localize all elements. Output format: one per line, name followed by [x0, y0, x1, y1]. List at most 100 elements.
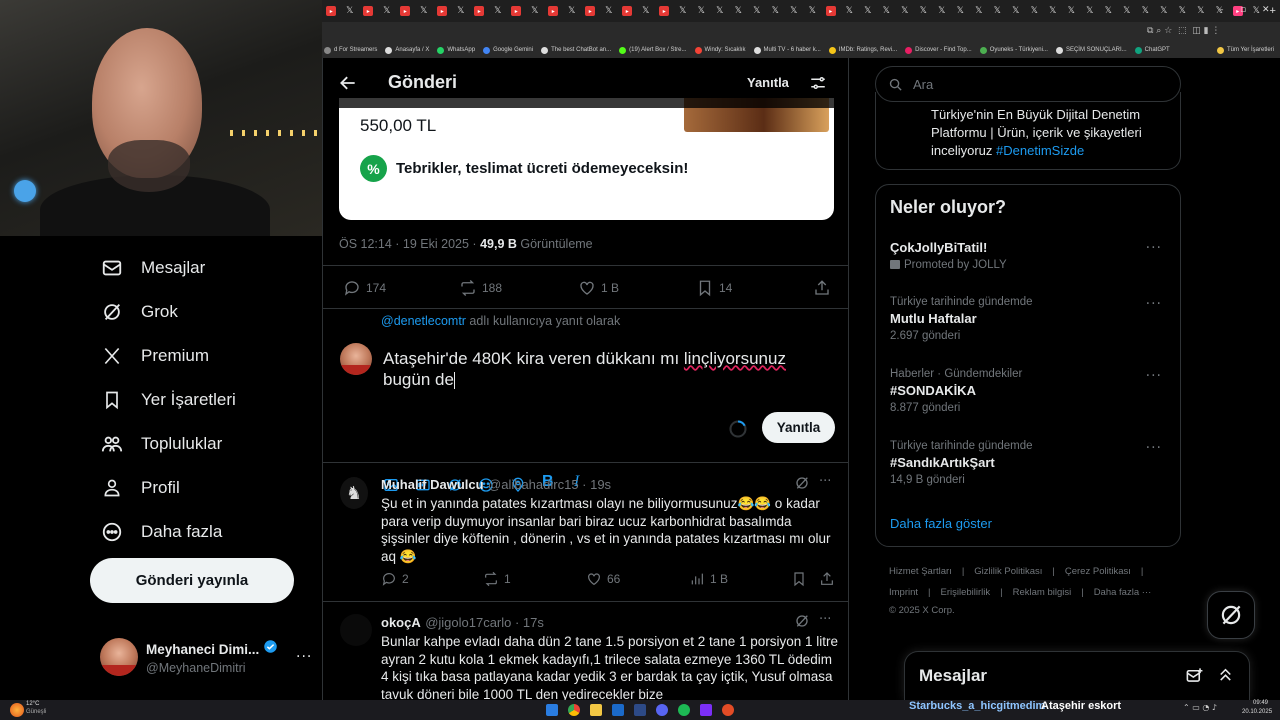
- browser-tab[interactable]: 𝕏: [1081, 1, 1100, 21]
- nav-item-more[interactable]: Daha fazla: [88, 510, 318, 554]
- nav-item-grok[interactable]: Grok: [88, 290, 318, 334]
- reply-textarea[interactable]: Ataşehir'de 480K kira veren dükkanı mı l…: [383, 348, 833, 390]
- browser-tab[interactable]: 𝕏: [600, 1, 619, 21]
- trend-item[interactable]: ··· Türkiye tarihinde gündemde #SandıkAr…: [890, 440, 1170, 486]
- more-options-icon[interactable]: ···: [1146, 440, 1162, 456]
- views-action[interactable]: 1 B: [689, 571, 728, 587]
- windows-start-icon[interactable]: [546, 704, 558, 716]
- more-options-icon[interactable]: ···: [819, 474, 831, 489]
- reply-author-handle[interactable]: @jigolo17carlo · 17s: [425, 615, 544, 630]
- browser-tab[interactable]: 𝕏: [840, 1, 859, 21]
- repost-action[interactable]: 188: [459, 279, 502, 297]
- browser-tab[interactable]: 𝕏: [803, 1, 822, 21]
- footer-link[interactable]: Erişilebilirlik: [941, 587, 991, 598]
- browser-tab[interactable]: 𝕏: [489, 1, 508, 21]
- reply-author-name[interactable]: Muhalif Dawulcu: [381, 477, 484, 492]
- browser-tab[interactable]: 𝕏: [1025, 1, 1044, 21]
- account-switcher[interactable]: Meyhaneci Dimi... @MeyhaneDimitri ···: [100, 636, 320, 678]
- browser-tab[interactable]: 𝕏: [692, 1, 711, 21]
- browser-tab[interactable]: ▸: [822, 1, 841, 21]
- browser-tab[interactable]: 𝕏: [1118, 1, 1137, 21]
- file-explorer-icon[interactable]: [590, 704, 602, 716]
- app-icon[interactable]: [722, 704, 734, 716]
- bookmark-item[interactable]: Oyuneks - Türkiyeni...: [979, 46, 1048, 54]
- trend-item[interactable]: ··· Türkiye tarihinde gündemde Mutlu Haf…: [890, 296, 1170, 342]
- bookmark-item[interactable]: Tüm Yer İşaretleri: [1216, 46, 1274, 54]
- more-options-icon[interactable]: ···: [1146, 240, 1162, 256]
- steam-icon[interactable]: [634, 704, 646, 716]
- clock-date[interactable]: 20.10.2025: [1242, 709, 1272, 715]
- tray-icons[interactable]: ⌃ ▭ ◔ ♪: [1183, 703, 1217, 712]
- browser-tab[interactable]: 𝕏: [674, 1, 693, 21]
- browser-tab[interactable]: ▸: [544, 1, 563, 21]
- reply-tweet[interactable]: okoçA @jigolo17carlo · 17s ··· Bunlar ka…: [323, 602, 848, 700]
- browser-tab[interactable]: 𝕏: [637, 1, 656, 21]
- bookmark-item[interactable]: Anasayfa / X: [385, 46, 429, 54]
- browser-tab[interactable]: 𝕏: [933, 1, 952, 21]
- clock-time[interactable]: 09:49: [1253, 700, 1268, 706]
- nav-item-communities[interactable]: Topluluklar: [88, 422, 318, 466]
- repost-action[interactable]: 1: [483, 571, 511, 587]
- grok-explain-icon[interactable]: [794, 613, 810, 629]
- bookmark-item[interactable]: IMDb: Ratings, Revi...: [828, 46, 897, 54]
- share-action[interactable]: [813, 279, 831, 297]
- browser-tab[interactable]: 𝕏: [859, 1, 878, 21]
- bookmark-item[interactable]: (19) Alert Box / Stre...: [619, 46, 687, 54]
- nav-item-bookmarks[interactable]: Yer İşaretleri: [88, 378, 318, 422]
- share-icon[interactable]: [819, 571, 835, 587]
- browser-tab[interactable]: 𝕏: [563, 1, 582, 21]
- bookmark-icon[interactable]: [791, 571, 807, 587]
- bio-hashtag[interactable]: #DenetimSizde: [996, 143, 1084, 158]
- browser-tab[interactable]: ▸: [470, 1, 489, 21]
- bookmark-item[interactable]: SEÇİM SONUÇLARI...: [1055, 46, 1127, 54]
- more-options-icon[interactable]: ···: [819, 612, 831, 627]
- browser-tab[interactable]: ▸: [322, 1, 341, 21]
- browser-tab[interactable]: 𝕏: [729, 1, 748, 21]
- footer-link[interactable]: Hizmet Şartları: [889, 566, 952, 577]
- chrome-icon[interactable]: [568, 704, 580, 716]
- trend-item[interactable]: ··· Haberler · Gündemdekiler #SONDAKİKA …: [890, 368, 1170, 414]
- trend-item[interactable]: ··· ÇokJollyBiTatil! Promoted by JOLLY: [890, 240, 1170, 271]
- new-tab-icon[interactable]: +: [1270, 5, 1276, 17]
- footer-link[interactable]: Gizlilik Politikası: [974, 566, 1042, 577]
- reply-author-handle[interactable]: @alibahadirc15 · 19s: [488, 477, 611, 492]
- expand-up-icon[interactable]: [1216, 665, 1235, 684]
- browser-tab[interactable]: 𝕏: [526, 1, 545, 21]
- more-options-icon[interactable]: ···: [1146, 296, 1162, 312]
- nav-item-profile[interactable]: Profil: [88, 466, 318, 510]
- browser-tab[interactable]: 𝕏: [970, 1, 989, 21]
- browser-tab[interactable]: 𝕏: [1007, 1, 1026, 21]
- show-more-link[interactable]: Daha fazla göster: [890, 516, 992, 531]
- browser-tab[interactable]: 𝕏: [766, 1, 785, 21]
- browser-tab[interactable]: 𝕏: [1099, 1, 1118, 21]
- filter-settings-icon[interactable]: [809, 74, 827, 97]
- browser-tab[interactable]: ▸: [655, 1, 674, 21]
- bookmark-item[interactable]: WhatsApp: [437, 46, 475, 54]
- bookmark-action[interactable]: 14: [696, 279, 732, 297]
- more-options-icon[interactable]: ···: [296, 649, 312, 665]
- grok-explain-icon[interactable]: [794, 475, 810, 491]
- reply-tweet[interactable]: ♞ Muhalif Dawulcu @alibahadirc15 · 19s ·…: [323, 463, 848, 600]
- browser-tab[interactable]: 𝕏: [988, 1, 1007, 21]
- nav-item-premium[interactable]: Premium: [88, 334, 318, 378]
- reply-author-name[interactable]: okoçA: [381, 615, 421, 630]
- footer-link[interactable]: Imprint: [889, 587, 918, 598]
- close-window-icon[interactable]: ✕: [1262, 5, 1270, 15]
- app-icon[interactable]: [700, 704, 712, 716]
- nav-item-messages[interactable]: Mesajlar: [88, 246, 318, 290]
- browser-tab[interactable]: 𝕏: [711, 1, 730, 21]
- bookmark-item[interactable]: Multi TV - 6 haber k...: [753, 46, 821, 54]
- browser-tab[interactable]: 𝕏: [785, 1, 804, 21]
- like-action[interactable]: 66: [586, 571, 620, 587]
- browser-tab[interactable]: 𝕏: [748, 1, 767, 21]
- more-options-icon[interactable]: ···: [1146, 368, 1162, 384]
- grok-floating-button[interactable]: [1207, 591, 1255, 639]
- browser-tab[interactable]: 𝕏: [1155, 1, 1174, 21]
- store-icon[interactable]: [612, 704, 624, 716]
- reply-to-handle[interactable]: @denetlecomtr: [381, 314, 466, 328]
- bookmark-item[interactable]: Discover - Find Top...: [905, 46, 972, 54]
- browser-toolbar-icons[interactable]: ⧉ ⌕ ☆ ⬚ ◫ ▮ ⋮: [1147, 26, 1220, 36]
- browser-tab[interactable]: 𝕏: [914, 1, 933, 21]
- footer-link[interactable]: Reklam bilgisi: [1013, 587, 1072, 598]
- browser-tab[interactable]: 𝕏: [378, 1, 397, 21]
